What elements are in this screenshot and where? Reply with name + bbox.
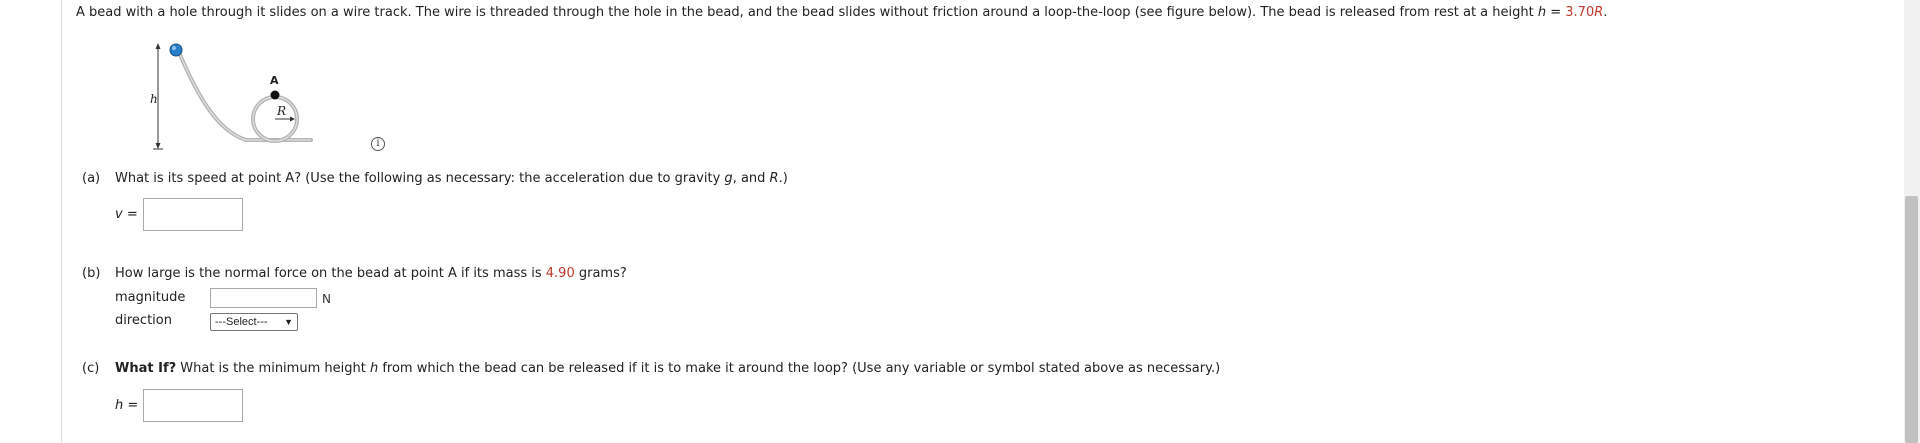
magnitude-label: magnitude — [115, 290, 186, 305]
part-a-question-text: What is its speed at point A? (Use the f… — [115, 171, 725, 186]
height-label: h — [150, 92, 158, 106]
intro-equals: = — [1546, 5, 1566, 20]
part-b-question-end: grams? — [574, 266, 627, 281]
part-a-var-r: R — [769, 171, 779, 186]
loop-the-loop-figure: R A h — [136, 34, 336, 154]
part-c-question: What If? What is the minimum height h fr… — [115, 361, 1220, 376]
bead — [169, 43, 183, 57]
part-b-mass-value: 4.90 — [545, 266, 575, 281]
intro-h-value: 3.70 — [1565, 5, 1595, 20]
part-a-letter: (a) — [82, 171, 101, 186]
part-c-what-if: What If? — [115, 361, 177, 376]
height-arrow-top — [155, 43, 161, 49]
info-icon[interactable]: i — [371, 137, 385, 151]
part-b-question-text: How large is the normal force on the bea… — [115, 266, 546, 281]
part-a-question-mid: , and — [732, 171, 770, 186]
magnitude-unit: N — [322, 292, 331, 306]
part-c-var-h: h — [369, 361, 379, 376]
intro-h-variable: h — [1537, 5, 1547, 20]
radius-arrowhead — [290, 116, 295, 122]
part-b-letter: (b) — [82, 266, 101, 281]
loop-diagram: R A h — [150, 43, 313, 150]
height-arrow-bottom — [155, 143, 161, 149]
chevron-down-icon: ▼ — [284, 317, 293, 327]
intro-period: . — [1603, 5, 1608, 20]
bead-shine — [172, 46, 176, 50]
part-a-var-g: g — [724, 171, 733, 186]
speed-answer-input[interactable] — [143, 198, 243, 231]
direction-select-value: ---Select--- — [215, 316, 268, 328]
part-c-question-end: from which the bead can be released if i… — [378, 361, 1221, 376]
direction-select[interactable]: ---Select--- ▼ — [210, 313, 298, 331]
radius-label: R — [276, 104, 286, 118]
magnitude-input[interactable] — [210, 288, 317, 308]
min-height-answer-input[interactable] — [143, 389, 243, 422]
content-left-border — [61, 0, 62, 443]
intro-h-unit-variable: R — [1594, 5, 1604, 20]
direction-label: direction — [115, 313, 172, 328]
point-a-marker — [270, 90, 280, 100]
part-b-question: How large is the normal force on the bea… — [115, 266, 627, 281]
part-c-letter: (c) — [82, 361, 100, 376]
part-a-question-end: .) — [778, 171, 788, 186]
part-a-question: What is its speed at point A? (Use the f… — [115, 171, 788, 186]
min-height-answer-label: h = — [115, 398, 139, 413]
scrollbar-thumb[interactable] — [1905, 196, 1918, 443]
intro-text: A bead with a hole through it slides on … — [76, 5, 1538, 20]
wire-track-highlight — [175, 45, 311, 141]
point-a-label: A — [270, 74, 279, 87]
speed-answer-label: v = — [115, 207, 138, 222]
wire-track — [174, 44, 313, 142]
part-c-question-text: What is the minimum height — [176, 361, 370, 376]
problem-statement: A bead with a hole through it slides on … — [76, 5, 1607, 20]
